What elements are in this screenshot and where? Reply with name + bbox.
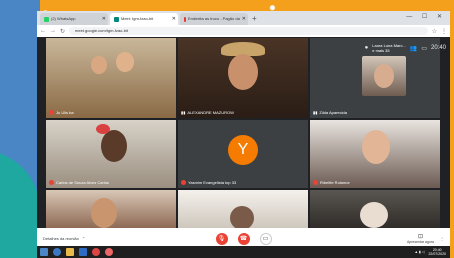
- chevron-up-icon[interactable]: ⌃: [82, 236, 85, 241]
- close-icon[interactable]: ✕: [172, 13, 176, 25]
- new-tab-button[interactable]: +: [252, 13, 257, 25]
- participant-tile[interactable]: ▮▮ ALEXANDRE MAZUROW: [178, 38, 308, 118]
- camera-icon: ▭: [262, 236, 269, 242]
- meet-icon: [114, 16, 119, 22]
- participant-video: [362, 56, 406, 96]
- media-icon[interactable]: [79, 248, 87, 256]
- participant-tile[interactable]: Ju Ulis ba: [46, 38, 176, 118]
- participant-name: Yasmim Evangelista top 33: [188, 180, 237, 185]
- tray-icons[interactable]: ▲ ▮ ◁: [414, 250, 424, 254]
- star-icon[interactable]: ☆: [432, 28, 437, 35]
- participant-face: [228, 54, 258, 90]
- participant-tile[interactable]: Carlos de Souza Alves Carlos: [46, 120, 176, 188]
- participant-name: Zilda Aparecida: [319, 110, 347, 115]
- participant-face: [374, 64, 394, 88]
- participant-tile[interactable]: [46, 190, 176, 228]
- participant-name: Ju Ulis ba: [56, 110, 74, 115]
- whatsapp-icon: [44, 16, 49, 22]
- participant-face: [360, 202, 388, 228]
- tab-label: (2) WhatsApp: [51, 16, 76, 21]
- meeting-details-button[interactable]: Detalhes da reunião: [43, 236, 79, 241]
- phone-icon: ☎: [239, 236, 248, 242]
- ie-icon[interactable]: [53, 248, 61, 256]
- present-label: Apresentar agora: [406, 240, 434, 244]
- tab-bar: (2) WhatsApp ✕ Meet: tgm-fzao-bit ✕ Endi…: [37, 11, 450, 25]
- participant-tile[interactable]: Y Yasmim Evangelista top 33: [178, 120, 308, 188]
- participant-face: [362, 130, 390, 164]
- participant-face: [101, 130, 127, 162]
- back-icon[interactable]: ←: [40, 28, 46, 34]
- windows-taskbar: ▲ ▮ ◁ 20:40 22/07/2020: [37, 246, 450, 258]
- participant-tile[interactable]: Ribeitte Rolamor: [310, 120, 440, 188]
- audio-bars-icon: ▮▮: [313, 110, 318, 115]
- participant-grid: Ju Ulis ba ▮▮ ALEXANDRE MAZUROW ▮▮ Zilda…: [46, 38, 440, 228]
- folder-icon[interactable]: [66, 248, 74, 256]
- participant-name: ALEXANDRE MAZUROW: [187, 110, 234, 115]
- participant-face: [230, 206, 254, 228]
- chrome-icon[interactable]: [92, 248, 100, 256]
- participant-tile[interactable]: [178, 190, 308, 228]
- tab-label: Endireita as truco - Pagão da: [187, 16, 240, 21]
- mic-off-icon: [181, 180, 186, 185]
- mic-off-icon: [49, 110, 54, 115]
- address-bar: ← → ↻ meet.google.com/tgm-fzao-bit ☆ ⋮: [37, 25, 450, 37]
- menu-icon[interactable]: ⋮: [441, 28, 447, 35]
- present-now-button[interactable]: ⊡ Apresentar agora: [407, 233, 434, 244]
- forward-icon[interactable]: →: [50, 28, 56, 34]
- reload-icon[interactable]: ↻: [60, 28, 65, 35]
- close-icon[interactable]: ✕: [242, 13, 246, 25]
- mic-icon: 🎙: [217, 236, 226, 242]
- browser-window: (2) WhatsApp ✕ Meet: tgm-fzao-bit ✕ Endi…: [37, 11, 450, 249]
- windows-start-icon[interactable]: [40, 248, 48, 256]
- hangup-button[interactable]: ☎: [237, 232, 250, 245]
- tab-whatsapp[interactable]: (2) WhatsApp ✕: [40, 13, 108, 25]
- mic-off-icon: [49, 180, 54, 185]
- audio-bars-icon: ▮▮: [181, 110, 186, 115]
- participant-name: Carlos de Souza Alves Carlos: [56, 180, 109, 185]
- window-controls[interactable]: — ☐ ✕: [406, 13, 446, 20]
- mic-button[interactable]: 🎙: [215, 232, 228, 245]
- meeting-top-info: ● Laura Luna Marc... e mais 35 👥 ▭ 20:40: [365, 38, 450, 58]
- chat-icon[interactable]: ▭: [421, 45, 427, 52]
- flower-decoration: [96, 124, 110, 134]
- clock: 20:40: [430, 45, 446, 51]
- present-icon: ⊡: [417, 234, 423, 240]
- more-options-icon[interactable]: ⋮: [440, 236, 444, 241]
- participant-face: [91, 198, 117, 228]
- participant-face: [91, 56, 107, 74]
- taskbar-date: 22/07/2020: [428, 252, 446, 256]
- close-icon[interactable]: ✕: [102, 13, 106, 25]
- tab-meet[interactable]: Meet: tgm-fzao-bit ✕: [110, 13, 178, 25]
- youtube-icon: [184, 16, 186, 22]
- participants-more: e mais 35: [372, 48, 390, 53]
- participant-tile[interactable]: [310, 190, 440, 228]
- participant-avatar: Y: [228, 135, 258, 165]
- people-icon[interactable]: 👥: [410, 45, 417, 52]
- mic-off-icon: [313, 180, 318, 185]
- tab-youtube[interactable]: Endireita as truco - Pagão da ✕: [180, 13, 248, 25]
- camera-button[interactable]: ▭: [259, 232, 272, 245]
- participant-name: Ribeitte Rolamor: [320, 180, 350, 185]
- tab-label: Meet: tgm-fzao-bit: [121, 16, 154, 21]
- chrome-icon[interactable]: [105, 248, 113, 256]
- participant-face: [116, 52, 134, 72]
- avatar: ●: [364, 45, 369, 51]
- url-field[interactable]: meet.google.com/tgm-fzao-bit: [69, 27, 428, 35]
